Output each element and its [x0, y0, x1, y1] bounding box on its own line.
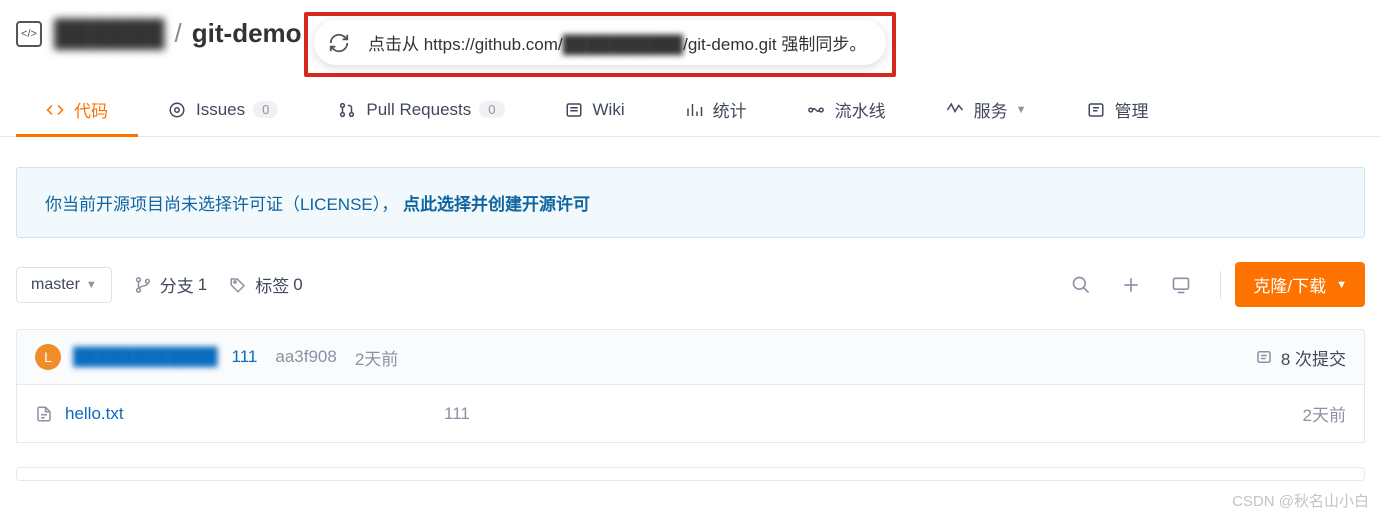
file-icon: [35, 405, 53, 423]
issues-count-badge: 0: [253, 101, 278, 118]
commit-time: 2天前: [355, 345, 398, 370]
commits-count-label: 8 次提交: [1281, 345, 1346, 370]
avatar[interactable]: L: [35, 344, 61, 370]
branch-selected-label: master: [31, 276, 80, 294]
add-button[interactable]: [1120, 274, 1142, 296]
license-link[interactable]: 点此选择并创建开源许可: [403, 195, 590, 214]
tags-label: 标签: [255, 272, 289, 297]
search-button[interactable]: [1070, 274, 1092, 296]
file-time: 2天前: [1303, 401, 1346, 426]
tab-pipeline-label: 流水线: [835, 97, 886, 122]
pr-icon: [338, 101, 356, 119]
tab-stats[interactable]: 统计: [655, 83, 777, 136]
branches-count: 1: [198, 275, 207, 295]
code-icon: [46, 101, 64, 119]
web-ide-button[interactable]: [1170, 274, 1192, 296]
pipeline-icon: [807, 101, 825, 119]
breadcrumb-separator: /: [175, 18, 182, 49]
repo-tabs: 代码 Issues 0 Pull Requests 0 Wiki 统计 流水线 …: [0, 83, 1381, 137]
branches-label: 分支: [160, 272, 194, 297]
services-icon: [946, 101, 964, 119]
tab-services[interactable]: 服务 ▼: [916, 83, 1057, 136]
branches-link[interactable]: 分支 1: [134, 272, 207, 297]
highlight-box: 点击从 https://github.com/██████████/git-de…: [304, 12, 896, 77]
owner-name[interactable]: ██████: [54, 18, 165, 49]
tab-manage[interactable]: 管理: [1057, 83, 1179, 136]
watermark: CSDN @秋名山小白: [1232, 490, 1369, 511]
commit-message[interactable]: 111: [232, 347, 258, 367]
commit-author[interactable]: ████████████: [73, 347, 218, 367]
clone-label: 克隆/下载: [1253, 272, 1326, 297]
tab-issues-label: Issues: [196, 100, 245, 120]
latest-commit-row: L ████████████ 111 aa3f908 2天前 8 次提交: [16, 329, 1365, 385]
commits-icon: [1255, 348, 1273, 366]
commit-sha[interactable]: aa3f908: [275, 347, 336, 367]
sync-icon: [328, 32, 350, 54]
license-prefix: 你当前开源项目尚未选择许可证（LICENSE），: [45, 195, 398, 214]
tab-code[interactable]: 代码: [16, 83, 138, 136]
tags-count: 0: [293, 275, 302, 295]
tag-icon: [229, 276, 247, 294]
clone-download-button[interactable]: 克隆/下载 ▼: [1235, 262, 1365, 307]
sync-popover-text: 点击从 https://github.com/██████████/git-de…: [368, 30, 866, 55]
readme-panel: [16, 467, 1365, 481]
tab-stats-label: 统计: [713, 97, 747, 122]
file-row[interactable]: hello.txt 111 2天前: [16, 385, 1365, 443]
sync-popover[interactable]: 点击从 https://github.com/██████████/git-de…: [314, 20, 886, 65]
tab-pr-label: Pull Requests: [366, 100, 471, 120]
manage-icon: [1087, 101, 1105, 119]
commits-count-link[interactable]: 8 次提交: [1255, 345, 1346, 370]
file-commit-message[interactable]: 111: [444, 404, 470, 424]
branch-icon: [134, 276, 152, 294]
repo-name[interactable]: git-demo: [192, 18, 302, 49]
license-banner[interactable]: 你当前开源项目尚未选择许可证（LICENSE）， 点此选择并创建开源许可: [16, 167, 1365, 238]
pr-count-badge: 0: [479, 101, 504, 118]
divider: [1220, 271, 1221, 299]
tab-manage-label: 管理: [1115, 97, 1149, 122]
tab-code-label: 代码: [74, 97, 108, 122]
tab-pipeline[interactable]: 流水线: [777, 83, 916, 136]
tags-link[interactable]: 标签 0: [229, 272, 302, 297]
tab-wiki-label: Wiki: [593, 100, 625, 120]
repo-visibility-icon: </>: [16, 21, 42, 47]
tab-pull-requests[interactable]: Pull Requests 0: [308, 86, 534, 134]
chevron-down-icon: ▼: [1016, 104, 1027, 116]
tab-services-label: 服务: [974, 97, 1008, 122]
branch-selector[interactable]: master ▼: [16, 267, 112, 303]
issues-icon: [168, 101, 186, 119]
caret-down-icon: ▼: [1336, 279, 1347, 291]
stats-icon: [685, 101, 703, 119]
file-name[interactable]: hello.txt: [65, 404, 124, 424]
tab-wiki[interactable]: Wiki: [535, 86, 655, 134]
repo-toolbar: master ▼ 分支 1 标签 0 克隆/下载 ▼: [16, 262, 1365, 307]
tab-issues[interactable]: Issues 0: [138, 86, 308, 134]
caret-down-icon: ▼: [86, 279, 97, 291]
wiki-icon: [565, 101, 583, 119]
